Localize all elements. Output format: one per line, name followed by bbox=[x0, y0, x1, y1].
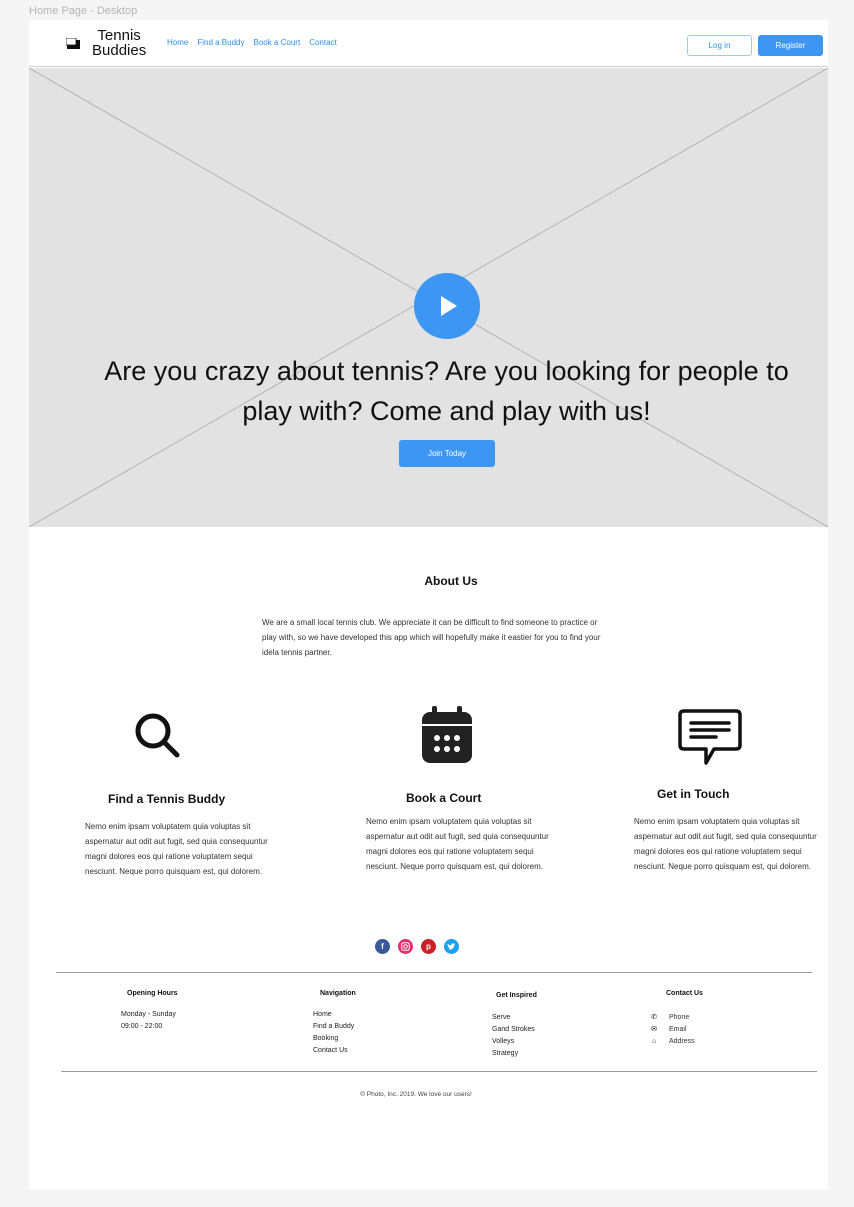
contact-email-label: Email bbox=[669, 1026, 687, 1033]
pinterest-icon[interactable]: p bbox=[421, 939, 436, 954]
footer-nav-find-buddy[interactable]: Find a Buddy bbox=[313, 1021, 354, 1033]
footer-contact-title: Contact Us bbox=[666, 990, 703, 997]
footer-nav-home[interactable]: Home bbox=[313, 1009, 354, 1021]
opening-times: 09:00 - 22:00 bbox=[121, 1023, 163, 1030]
register-button[interactable]: Register bbox=[758, 35, 823, 56]
feature-title-find-buddy: Find a Tennis Buddy bbox=[108, 792, 226, 806]
footer-divider-bottom bbox=[61, 1071, 817, 1072]
nav-home[interactable]: Home bbox=[167, 38, 188, 47]
footer-navigation-list: Home Find a Buddy Booking Contact Us bbox=[313, 1009, 354, 1057]
logo-line-2: Buddies bbox=[92, 42, 147, 59]
inspired-ground-strokes[interactable]: Gand Strokes bbox=[492, 1024, 535, 1036]
facebook-icon[interactable]: f bbox=[375, 939, 390, 954]
about-text: We are a small local tennis club. We app… bbox=[262, 618, 601, 657]
logo-line-1: Tennis bbox=[97, 27, 141, 44]
contact-email[interactable]: ✉ Email bbox=[650, 1024, 695, 1036]
calendar-icon bbox=[421, 706, 473, 769]
about-title: About Us bbox=[424, 574, 478, 588]
hero-headline: Are you crazy about tennis? Are you look… bbox=[104, 356, 789, 426]
search-icon bbox=[134, 712, 182, 765]
inspired-volleys[interactable]: Volleys bbox=[492, 1036, 535, 1048]
contact-address[interactable]: ⌂ Address bbox=[650, 1036, 695, 1048]
footer-inspired-title: Get Inspired bbox=[496, 992, 537, 999]
play-video-button[interactable] bbox=[414, 273, 480, 339]
inspired-strategy[interactable]: Strategy bbox=[492, 1048, 535, 1060]
footer-contact-list: ✆ Phone ✉ Email ⌂ Address bbox=[650, 1012, 695, 1048]
chat-icon bbox=[678, 709, 742, 774]
hero-video-placeholder: Are you crazy about tennis? Are you look… bbox=[29, 68, 828, 527]
opening-hours-list: Monday - Sunday 09:00 - 22:00 bbox=[121, 1009, 176, 1033]
social-links: f p bbox=[375, 939, 459, 954]
main-nav: Home Find a Buddy Book a Court Contact bbox=[167, 38, 337, 47]
address-icon: ⌂ bbox=[651, 1038, 657, 1045]
login-button[interactable]: Log in bbox=[687, 35, 752, 56]
feature-text-find-buddy: Nemo enim ipsam voluptatem quia voluptas… bbox=[85, 822, 268, 876]
phone-icon: ✆ bbox=[651, 1014, 657, 1021]
footer-inspired-list: Serve Gand Strokes Volleys Strategy bbox=[492, 1012, 535, 1060]
home-page-artboard: Tennis Buddies Home Find a Buddy Book a … bbox=[29, 20, 828, 1189]
feature-title-get-in-touch: Get in Touch bbox=[657, 787, 730, 801]
footer-nav-booking[interactable]: Booking bbox=[313, 1033, 354, 1045]
contact-phone[interactable]: ✆ Phone bbox=[650, 1012, 695, 1024]
contact-address-label: Address bbox=[669, 1038, 695, 1045]
instagram-icon[interactable] bbox=[398, 939, 413, 954]
footer-navigation-title: Navigation bbox=[320, 990, 356, 997]
footer-opening-hours-title: Opening Hours bbox=[127, 990, 178, 997]
logo-mark-icon bbox=[65, 37, 83, 49]
artboard-label: Home Page - Desktop bbox=[29, 5, 138, 17]
feature-text-get-in-touch: Nemo enim ipsam voluptatem quia voluptas… bbox=[634, 817, 817, 871]
feature-text-book-court: Nemo enim ipsam voluptatem quia voluptas… bbox=[366, 817, 549, 871]
opening-days: Monday - Sunday bbox=[121, 1011, 176, 1018]
footer-divider-top bbox=[56, 972, 812, 973]
twitter-icon[interactable] bbox=[444, 939, 459, 954]
site-header: Tennis Buddies Home Find a Buddy Book a … bbox=[29, 20, 828, 67]
nav-contact[interactable]: Contact bbox=[309, 38, 337, 47]
contact-phone-label: Phone bbox=[669, 1014, 690, 1021]
site-logo[interactable]: Tennis Buddies bbox=[65, 27, 147, 59]
footer-nav-contact[interactable]: Contact Us bbox=[313, 1045, 354, 1057]
nav-find-buddy[interactable]: Find a Buddy bbox=[197, 38, 244, 47]
nav-book-court[interactable]: Book a Court bbox=[253, 38, 300, 47]
inspired-serve[interactable]: Serve bbox=[492, 1012, 535, 1024]
mail-icon: ✉ bbox=[651, 1026, 657, 1033]
join-today-button[interactable]: Join Today bbox=[399, 440, 495, 467]
play-icon bbox=[441, 296, 457, 316]
feature-title-book-court: Book a Court bbox=[406, 791, 482, 805]
copyright-text: © Photo, Inc. 2019. We love our users! bbox=[360, 1091, 472, 1098]
